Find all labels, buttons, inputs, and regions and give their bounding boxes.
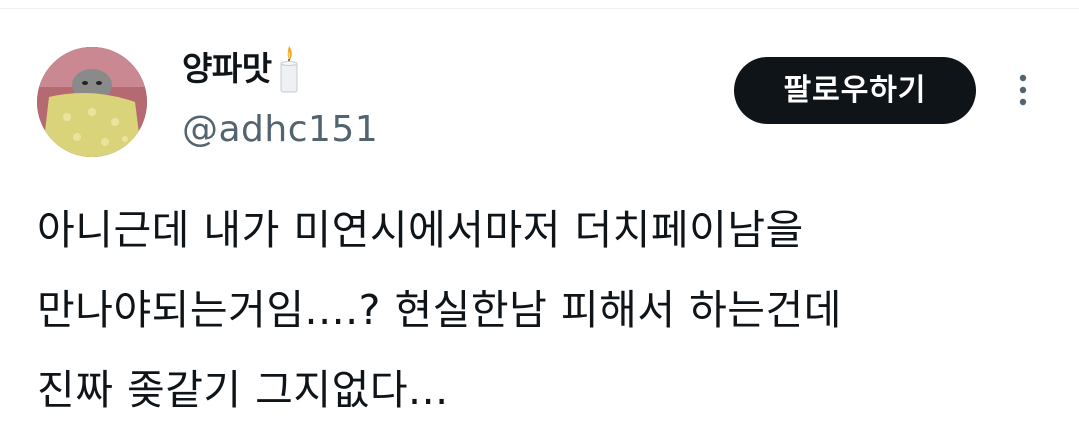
display-name[interactable]: 양파맛 xyxy=(182,44,302,94)
tweet-text-line: 아니근데 내가 미연시에서마저 더치페이남을 xyxy=(37,206,804,254)
tweet-text-line: 진짜 좆같기 그지없다... xyxy=(37,366,449,414)
follow-button[interactable]: 팔로우하기 xyxy=(734,57,976,124)
candle-emoji xyxy=(276,44,302,94)
user-handle[interactable]: @adhc151 xyxy=(182,106,378,154)
tweet-text-line: 만나야되는거임....? 현실한남 피해서 하는건데 xyxy=(37,286,842,334)
avatar[interactable] xyxy=(37,47,147,157)
divider xyxy=(0,8,1079,9)
tweet-card: 양파맛 @adhc151 팔로우하기 아니근데 내가 미연시에서마저 더치페이남… xyxy=(0,0,1079,444)
more-vertical-icon[interactable] xyxy=(1013,72,1033,112)
tweet-text: 아니근데 내가 미연시에서마저 더치페이남을 만나야되는거임....? 현실한남… xyxy=(37,190,1067,430)
display-name-text: 양파맛 xyxy=(182,49,272,88)
